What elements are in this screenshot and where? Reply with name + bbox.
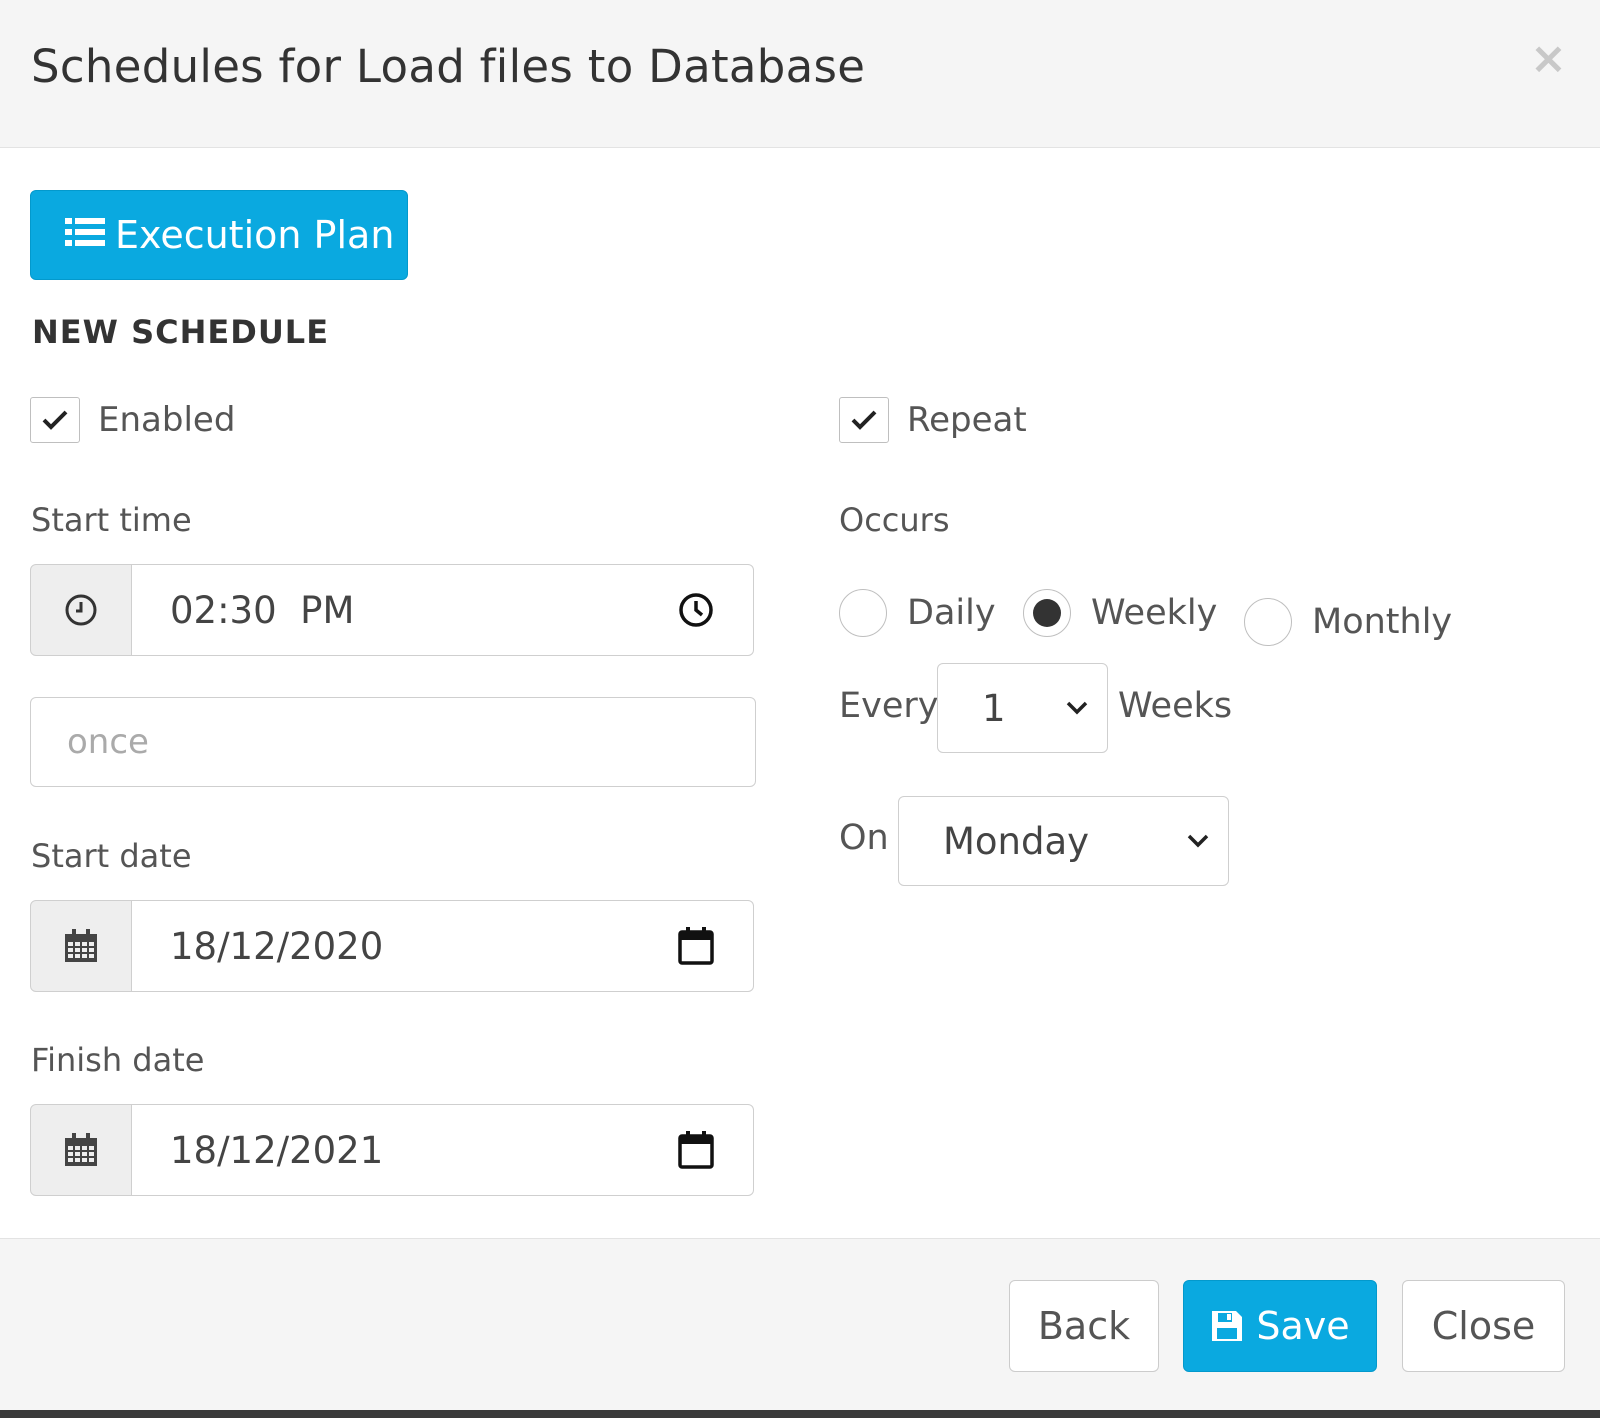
calendar-icon bbox=[65, 929, 97, 962]
frequency-placeholder: once bbox=[67, 722, 149, 762]
start-date-addon bbox=[30, 900, 132, 992]
radio-daily[interactable]: Daily bbox=[839, 589, 996, 637]
start-date-input[interactable]: 18/12/2020 bbox=[132, 900, 754, 992]
repeat-checkbox-row[interactable]: Repeat bbox=[839, 397, 1027, 443]
save-label: Save bbox=[1256, 1304, 1350, 1348]
section-title: NEW SCHEDULE bbox=[32, 313, 330, 351]
start-time-label: Start time bbox=[31, 501, 192, 539]
calendar-icon bbox=[65, 1133, 97, 1166]
radio-monthly-button[interactable] bbox=[1244, 598, 1292, 646]
radio-monthly[interactable]: Monthly bbox=[1244, 598, 1452, 646]
radio-daily-button[interactable] bbox=[839, 589, 887, 637]
checkmark-icon bbox=[42, 410, 68, 430]
finish-date-value: 18/12/2021 bbox=[170, 1128, 384, 1172]
execution-plan-button[interactable]: Execution Plan bbox=[30, 190, 408, 280]
every-unit-label: Weeks bbox=[1118, 686, 1233, 726]
close-button[interactable]: Close bbox=[1402, 1280, 1565, 1372]
finish-date-addon bbox=[30, 1104, 132, 1196]
radio-selected-dot bbox=[1033, 599, 1061, 627]
start-time-value: 02:30 PM bbox=[170, 588, 355, 632]
on-label: On bbox=[839, 818, 889, 858]
radio-weekly[interactable]: Weekly bbox=[1023, 589, 1217, 637]
finish-date-label: Finish date bbox=[31, 1041, 205, 1079]
calendar-icon[interactable] bbox=[677, 926, 715, 966]
clock-icon bbox=[65, 594, 97, 626]
finish-date-group: 18/12/2021 bbox=[30, 1104, 754, 1196]
floppy-disk-icon bbox=[1210, 1309, 1244, 1343]
enabled-checkbox-row[interactable]: Enabled bbox=[30, 397, 235, 443]
enabled-label: Enabled bbox=[98, 400, 236, 440]
radio-weekly-button[interactable] bbox=[1023, 589, 1071, 637]
weekday-value: Monday bbox=[943, 819, 1090, 863]
radio-monthly-label: Monthly bbox=[1312, 602, 1453, 642]
clock-icon[interactable] bbox=[677, 591, 715, 629]
start-time-addon bbox=[30, 564, 132, 656]
chevron-down-icon bbox=[1066, 701, 1088, 715]
dialog-title: Schedules for Load files to Database bbox=[31, 40, 866, 93]
start-date-value: 18/12/2020 bbox=[170, 924, 384, 968]
weekday-select[interactable]: Monday bbox=[898, 796, 1229, 886]
list-icon bbox=[65, 213, 105, 257]
repeat-label: Repeat bbox=[907, 400, 1027, 440]
start-time-group: 02:30 PM bbox=[30, 564, 754, 656]
dialog-header: Schedules for Load files to Database × bbox=[0, 0, 1600, 148]
save-button[interactable]: Save bbox=[1183, 1280, 1377, 1372]
schedule-dialog: Schedules for Load files to Database × E… bbox=[0, 0, 1600, 1410]
enabled-checkbox[interactable] bbox=[30, 397, 80, 443]
close-label: Close bbox=[1431, 1304, 1536, 1348]
background-strip bbox=[0, 1410, 1600, 1418]
start-date-group: 18/12/2020 bbox=[30, 900, 754, 992]
start-date-label: Start date bbox=[31, 837, 192, 875]
every-label: Every bbox=[839, 686, 939, 726]
back-label: Back bbox=[1037, 1304, 1131, 1348]
every-select[interactable]: 1 bbox=[937, 663, 1108, 753]
back-button[interactable]: Back bbox=[1009, 1280, 1159, 1372]
chevron-down-icon bbox=[1187, 834, 1209, 848]
radio-weekly-label: Weekly bbox=[1091, 593, 1218, 633]
start-time-input[interactable]: 02:30 PM bbox=[132, 564, 754, 656]
calendar-icon[interactable] bbox=[677, 1130, 715, 1170]
frequency-input[interactable]: once bbox=[30, 697, 756, 787]
radio-daily-label: Daily bbox=[907, 593, 996, 633]
execution-plan-label: Execution Plan bbox=[115, 213, 395, 257]
checkmark-icon bbox=[851, 410, 877, 430]
every-value: 1 bbox=[982, 686, 1006, 730]
occurs-label: Occurs bbox=[839, 501, 950, 539]
repeat-checkbox[interactable] bbox=[839, 397, 889, 443]
close-icon[interactable]: × bbox=[1530, 34, 1567, 84]
finish-date-input[interactable]: 18/12/2021 bbox=[132, 1104, 754, 1196]
